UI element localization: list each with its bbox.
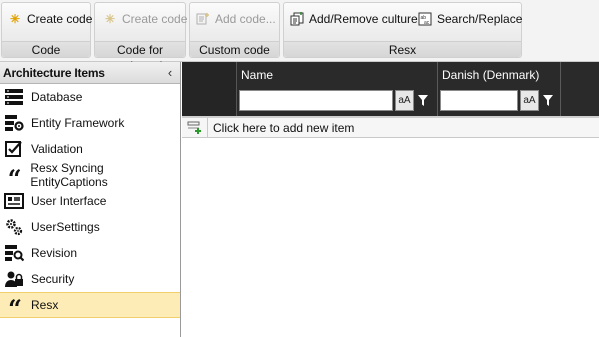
column-danish[interactable]: Danish (Denmark) aA bbox=[438, 62, 561, 116]
gears-icon bbox=[3, 217, 25, 237]
add-code-button[interactable]: Add code... bbox=[196, 9, 276, 29]
security-icon bbox=[3, 269, 25, 289]
sidebar-item-label: Resx Syncing EntityCaptions bbox=[30, 161, 108, 189]
add-new-item-row[interactable]: Click here to add new item bbox=[182, 117, 599, 138]
sidebar-item-label: Database bbox=[31, 90, 83, 104]
svg-text:ac: ac bbox=[424, 20, 430, 26]
name-filter-input[interactable] bbox=[239, 89, 393, 111]
add-code-icon bbox=[196, 12, 210, 26]
danish-filter-row: aA bbox=[440, 89, 555, 111]
sidebar-item-label: Validation bbox=[31, 142, 83, 156]
create-code-selected-button[interactable]: ✳ Create code bbox=[103, 9, 187, 29]
sidebar-item-user-interface[interactable]: User Interface bbox=[0, 188, 180, 214]
grid-header: Name aA Danish (Denmark) aA bbox=[182, 62, 599, 116]
filter-icon[interactable] bbox=[541, 90, 555, 111]
revision-icon bbox=[3, 243, 25, 263]
sidebar-item-revision[interactable]: Revision bbox=[0, 240, 180, 266]
add-remove-culture-button[interactable]: Add/Remove culture bbox=[290, 9, 418, 29]
sidebar-title: Architecture Items bbox=[3, 65, 105, 80]
architecture-sidebar: Architecture Items ‹ Database Entity Fra… bbox=[0, 62, 181, 337]
add-code-label: Add code... bbox=[215, 12, 276, 26]
sidebar-item-usersettings[interactable]: UserSettings bbox=[0, 214, 180, 240]
add-new-item-label: Click here to add new item bbox=[213, 120, 355, 135]
search-replace-icon: ab ac bbox=[418, 12, 432, 26]
row-indicator-header bbox=[182, 62, 237, 116]
ribbon-group-code-for-selected: ✳ Create code Code for selected bbox=[94, 2, 187, 73]
create-code-selected-label: Create code bbox=[122, 12, 188, 26]
ribbon-group-resx: Add/Remove culture ab ac Search/Replace R… bbox=[283, 2, 522, 58]
ribbon-group-caption: Resx bbox=[284, 41, 521, 57]
sidebar-item-validation[interactable]: Validation bbox=[0, 136, 180, 162]
sidebar-item-entity-framework[interactable]: Entity Framework bbox=[0, 110, 180, 136]
ribbon-group-caption: Custom code bbox=[190, 41, 279, 57]
resx-grid: Name aA Danish (Denmark) aA Click here t… bbox=[182, 62, 599, 337]
search-replace-button[interactable]: ab ac Search/Replace bbox=[418, 9, 522, 29]
filter-icon[interactable] bbox=[416, 90, 430, 111]
ribbon-group-code: ✳ Create code Code bbox=[1, 2, 92, 58]
create-code-label: Create code bbox=[27, 12, 93, 26]
sidebar-item-database[interactable]: Database bbox=[0, 84, 180, 110]
collapse-chevron-icon[interactable]: ‹ bbox=[168, 65, 172, 80]
search-replace-label: Search/Replace bbox=[437, 12, 523, 26]
database-icon bbox=[3, 87, 25, 107]
sidebar-item-label: UserSettings bbox=[31, 220, 100, 234]
sidebar-item-resx-syncing[interactable]: “ Resx Syncing EntityCaptions bbox=[0, 161, 180, 193]
add-remove-culture-label: Add/Remove culture bbox=[309, 12, 418, 26]
sidebar-item-label: Resx bbox=[31, 298, 59, 312]
validation-icon bbox=[3, 139, 25, 159]
sidebar-item-label: Entity Framework bbox=[31, 116, 125, 130]
column-header-label: Name bbox=[241, 68, 274, 82]
sidebar-item-security[interactable]: Security bbox=[0, 266, 180, 292]
create-code-button[interactable]: ✳ Create code bbox=[8, 9, 92, 29]
entity-framework-icon bbox=[3, 113, 25, 133]
sidebar-item-resx[interactable]: “ Resx bbox=[0, 292, 180, 323]
app-window: ✳ Create code Code ✳ Create code Code fo… bbox=[0, 0, 599, 337]
case-sensitive-button[interactable]: aA bbox=[520, 89, 539, 111]
column-name[interactable]: Name aA bbox=[237, 62, 438, 116]
ribbon-group-custom-code: Add code... Custom code bbox=[189, 2, 280, 58]
ribbon-group-caption: Code bbox=[2, 41, 90, 57]
sidebar-header: Architecture Items ‹ bbox=[0, 62, 180, 84]
danish-filter-input[interactable] bbox=[440, 89, 518, 111]
name-filter-row: aA bbox=[239, 89, 430, 111]
ribbon-group-caption: Code for selected bbox=[95, 41, 185, 73]
column-header-label: Danish (Denmark) bbox=[442, 68, 540, 82]
user-interface-icon bbox=[3, 191, 25, 211]
quote-icon: “ bbox=[7, 164, 22, 193]
sidebar-item-label: User Interface bbox=[31, 194, 107, 208]
asterisk-icon: ✳ bbox=[9, 12, 21, 26]
culture-icon bbox=[290, 12, 304, 26]
sidebar-item-label: Security bbox=[31, 272, 75, 286]
ribbon: ✳ Create code Code ✳ Create code Code fo… bbox=[0, 0, 599, 73]
asterisk-icon: ✳ bbox=[104, 12, 116, 26]
case-sensitive-button[interactable]: aA bbox=[395, 89, 414, 111]
quote-icon: “ bbox=[8, 294, 22, 323]
sidebar-item-label: Revision bbox=[31, 246, 78, 260]
add-row-icon bbox=[182, 117, 208, 138]
